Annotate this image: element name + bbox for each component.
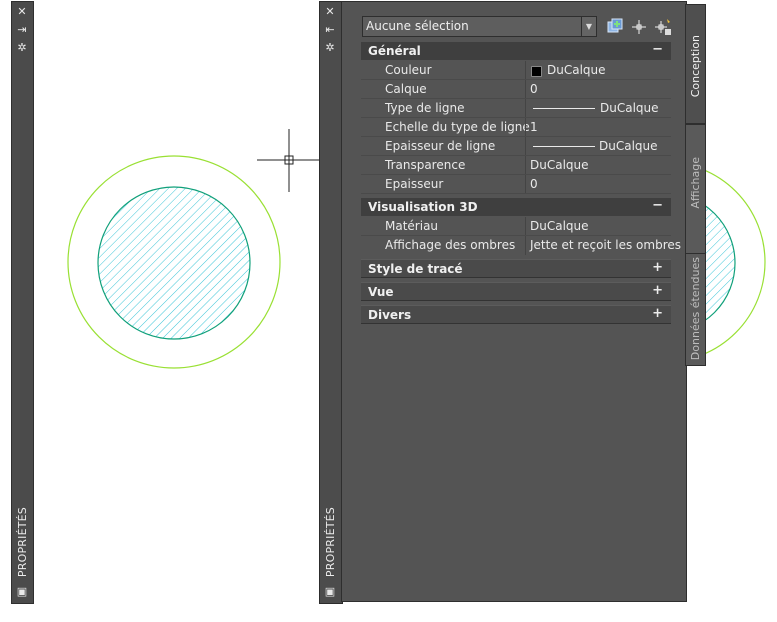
property-value: DuCalque <box>530 158 589 172</box>
section-title: Divers <box>368 308 412 322</box>
property-label: Transparence <box>385 158 466 172</box>
property-label: Calque <box>385 82 427 96</box>
chevron-down-icon: ▼ <box>581 17 596 36</box>
lineweight-preview-icon <box>533 146 595 147</box>
selection-dropdown[interactable]: Aucune sélection ▼ <box>362 16 597 37</box>
palette-icon[interactable]: ▣ <box>322 585 338 599</box>
section-title: Style de tracé <box>368 262 463 276</box>
section-title: Visualisation 3D <box>368 200 478 214</box>
palette-title: PROPRIÉTÉS <box>16 507 29 578</box>
property-value: Jette et reçoit les ombres <box>530 238 682 252</box>
property-row-echelle[interactable]: Echelle du type de ligne 1 <box>361 118 671 137</box>
property-row-type-de-ligne[interactable]: Type de ligne DuCalque <box>361 99 671 118</box>
property-value: DuCalque <box>530 219 589 233</box>
crosshair-cursor <box>257 129 320 192</box>
section-general-header[interactable]: Général − <box>361 42 671 60</box>
section-divers-header[interactable]: Divers + <box>361 305 671 324</box>
tab-label: Conception <box>689 35 702 98</box>
select-objects-icon[interactable] <box>630 18 648 36</box>
property-label: Affichage des ombres <box>385 238 516 252</box>
collapse-icon[interactable]: − <box>652 198 663 213</box>
property-value: DuCalque <box>547 63 606 77</box>
property-value: DuCalque <box>599 139 658 153</box>
selection-dropdown-value: Aucune sélection <box>366 19 469 33</box>
section-title: Vue <box>368 285 394 299</box>
property-label: Matériau <box>385 219 439 233</box>
section-style-header[interactable]: Style de tracé + <box>361 259 671 278</box>
hatched-circle <box>97 186 251 340</box>
tab-label: Données étendues <box>689 257 702 361</box>
property-label: Epaisseur <box>385 177 444 191</box>
property-row-materiau[interactable]: Matériau DuCalque <box>361 217 671 236</box>
property-row-couleur[interactable]: Couleur DuCalque <box>361 61 671 80</box>
property-row-transparence[interactable]: Transparence DuCalque <box>361 156 671 175</box>
property-label: Type de ligne <box>385 101 465 115</box>
tab-label: Affichage <box>689 157 702 209</box>
property-row-ombres[interactable]: Affichage des ombres Jette et reçoit les… <box>361 236 681 255</box>
property-value: 0 <box>530 177 538 191</box>
property-value: 1 <box>530 120 538 134</box>
settings-icon[interactable]: ✲ <box>322 41 338 55</box>
collapse-icon[interactable]: − <box>652 42 663 57</box>
linetype-preview-icon <box>533 108 595 109</box>
section-vis3d-header[interactable]: Visualisation 3D − <box>361 198 671 216</box>
toggle-pickadd-icon[interactable] <box>606 18 624 36</box>
properties-palette: ✕ ⇤ ✲ PROPRIÉTÉS ▣ <box>319 1 343 604</box>
color-swatch-icon <box>531 66 542 77</box>
expand-icon[interactable]: + <box>652 283 663 298</box>
section-vue-header[interactable]: Vue + <box>361 282 671 301</box>
expand-icon[interactable]: + <box>652 306 663 321</box>
collapsed-properties-palette[interactable]: ✕ ⇥ ✲ PROPRIÉTÉS ▣ <box>11 1 34 604</box>
palette-icon[interactable]: ▣ <box>14 585 30 599</box>
property-label: Echelle du type de ligne <box>385 120 530 134</box>
property-value: 0 <box>530 82 538 96</box>
quick-select-icon[interactable] <box>654 18 672 36</box>
tab-conception[interactable]: Conception <box>685 4 706 124</box>
close-icon[interactable]: ✕ <box>322 5 338 19</box>
property-row-calque[interactable]: Calque 0 <box>361 80 671 99</box>
property-row-epaisseur[interactable]: Epaisseur 0 <box>361 175 671 194</box>
autohide-icon[interactable]: ⇥ <box>14 23 30 37</box>
expand-icon[interactable]: + <box>652 260 663 275</box>
property-value: DuCalque <box>600 101 659 115</box>
property-label: Couleur <box>385 63 432 77</box>
section-title: Général <box>368 44 421 58</box>
tab-affichage[interactable]: Affichage <box>685 124 706 254</box>
property-label: Epaisseur de ligne <box>385 139 496 153</box>
property-row-epaisseur-de-ligne[interactable]: Epaisseur de ligne DuCalque <box>361 137 671 156</box>
tab-donnees-etendues[interactable]: Données étendues <box>685 253 706 366</box>
close-icon[interactable]: ✕ <box>14 5 30 19</box>
autohide-icon[interactable]: ⇤ <box>322 23 338 37</box>
settings-icon[interactable]: ✲ <box>14 41 30 55</box>
palette-title: PROPRIÉTÉS <box>324 507 337 578</box>
